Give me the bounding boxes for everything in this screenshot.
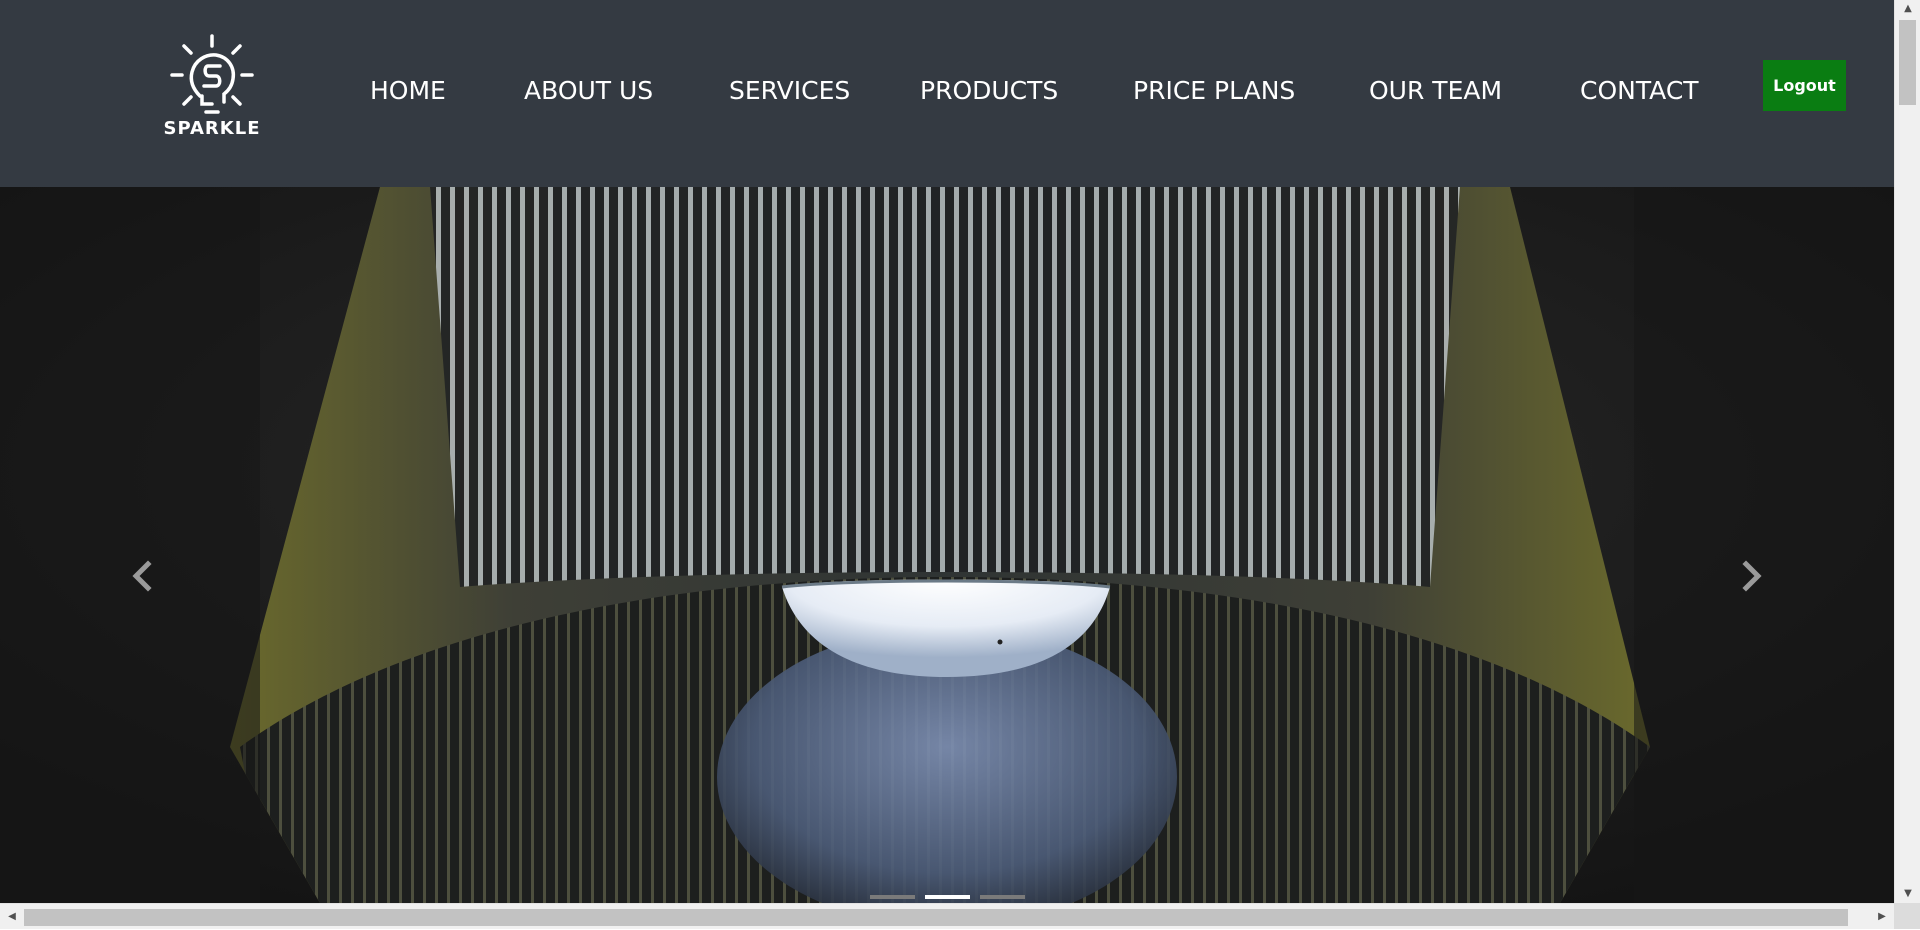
scroll-down-arrow-icon[interactable]: ▼: [1895, 885, 1920, 903]
vertical-scrollbar[interactable]: ▲ ▼: [1894, 0, 1920, 903]
hero-carousel: [0, 187, 1894, 903]
scrollbar-corner: [1894, 903, 1920, 929]
chevron-left-icon[interactable]: [122, 556, 162, 596]
lightbulb-s-icon: [170, 34, 254, 114]
carousel-indicator-3[interactable]: [980, 895, 1025, 899]
scroll-up-arrow-icon[interactable]: ▲: [1895, 0, 1920, 18]
nav-item-services[interactable]: SERVICES: [729, 76, 850, 105]
carousel-indicator-2[interactable]: [925, 895, 970, 899]
nav-item-our-team[interactable]: OUR TEAM: [1369, 76, 1502, 105]
nav-item-home[interactable]: HOME: [370, 76, 446, 105]
horizontal-scrollbar[interactable]: ◀ ▶: [0, 903, 1894, 929]
horizontal-scroll-thumb[interactable]: [24, 909, 1848, 926]
chevron-right-icon[interactable]: [1732, 556, 1772, 596]
carousel-indicator-1[interactable]: [870, 895, 915, 899]
scroll-left-arrow-icon[interactable]: ◀: [2, 904, 22, 930]
nav-item-contact[interactable]: CONTACT: [1580, 76, 1699, 105]
nav-item-price-plans[interactable]: PRICE PLANS: [1133, 76, 1295, 105]
nav-item-products[interactable]: PRODUCTS: [920, 76, 1058, 105]
logout-button[interactable]: Logout: [1763, 60, 1846, 111]
navbar: SPARKLE HOME ABOUT US SERVICES PRODUCTS …: [0, 0, 1894, 187]
browser-viewport: SPARKLE HOME ABOUT US SERVICES PRODUCTS …: [0, 0, 1894, 903]
brand-logo[interactable]: SPARKLE: [150, 30, 274, 145]
nav-item-about-us[interactable]: ABOUT US: [524, 76, 653, 105]
brand-name: SPARKLE: [163, 118, 261, 139]
vertical-scroll-thumb[interactable]: [1899, 20, 1916, 105]
hero-lamp-image: [0, 187, 1894, 903]
scroll-right-arrow-icon[interactable]: ▶: [1872, 904, 1892, 930]
